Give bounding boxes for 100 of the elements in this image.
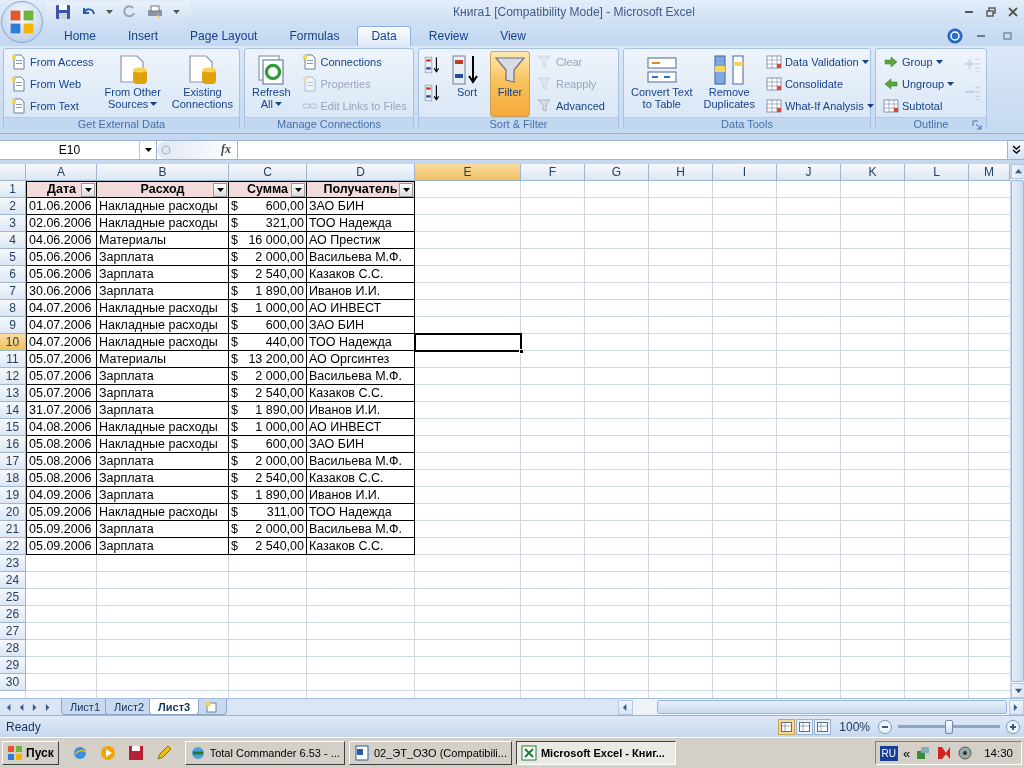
amount-value: 1 000,00 bbox=[255, 419, 304, 434]
speaker-icon bbox=[957, 745, 974, 762]
currency-sign: $ bbox=[231, 419, 238, 434]
clock: 14:30 bbox=[984, 747, 1013, 760]
ribbon-button[interactable]: Filter bbox=[490, 50, 530, 117]
currency-sign: $ bbox=[231, 368, 238, 383]
spreadsheet-icon bbox=[520, 745, 537, 762]
horizontal-scrollbar[interactable] bbox=[618, 699, 1024, 716]
amount-value: 600,00 bbox=[265, 317, 304, 332]
help-button[interactable] bbox=[944, 26, 966, 45]
currency-sign: $ bbox=[231, 266, 238, 281]
filter-dropdown-button[interactable] bbox=[291, 182, 305, 197]
zoom-out-button[interactable] bbox=[878, 719, 892, 734]
filter-dropdown-button[interactable] bbox=[81, 182, 95, 197]
ribbon-button[interactable]: Existing Connections bbox=[167, 50, 237, 117]
table-icon bbox=[765, 53, 782, 70]
worksheet-grid[interactable] bbox=[0, 163, 1010, 699]
group-label: Get External Data bbox=[77, 117, 166, 130]
ribbon-button[interactable]: From Web bbox=[7, 72, 98, 95]
currency-sign: $ bbox=[231, 283, 238, 298]
caret-icon bbox=[144, 147, 152, 152]
start-button[interactable]: Пуск bbox=[2, 741, 59, 766]
caret-icon bbox=[861, 59, 869, 64]
minimize-icon bbox=[977, 34, 985, 37]
new-sheet-icon bbox=[204, 700, 219, 713]
ribbon-tab[interactable]: Insert bbox=[114, 25, 173, 46]
ribbon-tab[interactable]: Home bbox=[50, 25, 110, 46]
zoom-in-button[interactable] bbox=[1006, 719, 1020, 734]
column-title: Получатель bbox=[323, 182, 398, 197]
active-cell[interactable] bbox=[415, 333, 521, 351]
sort-icon bbox=[424, 83, 442, 102]
ribbon-button[interactable]: Subtotal bbox=[879, 94, 959, 117]
dialog-launcher-button[interactable] bbox=[972, 119, 984, 131]
filter-dropdown-button[interactable] bbox=[399, 182, 413, 197]
ribbon-button[interactable]: Remove Duplicates bbox=[699, 50, 759, 117]
taskbar-button[interactable]: Microsoft Excel - Книг... bbox=[515, 741, 676, 766]
globe-icon bbox=[71, 745, 88, 762]
scroll-right-button[interactable] bbox=[1009, 699, 1024, 715]
ribbon-button[interactable]: Refresh All bbox=[248, 50, 295, 117]
ribbon-tab[interactable]: Page Layout bbox=[176, 25, 272, 46]
currency-sign: $ bbox=[231, 351, 238, 366]
caret-icon bbox=[172, 10, 180, 15]
taskbar-button[interactable]: 02_ЭТ_ОЗО (Compatibili... bbox=[348, 741, 512, 766]
ribbon-button[interactable]: From Other Sources bbox=[100, 50, 165, 117]
show-hidden-icons-button[interactable]: « bbox=[903, 745, 911, 761]
caret-icon bbox=[216, 187, 224, 192]
ribbon-tab[interactable]: View bbox=[486, 25, 540, 46]
ribbon-tab[interactable]: Data bbox=[357, 25, 411, 46]
ribbon-button[interactable]: Advanced bbox=[533, 94, 609, 117]
funnel-icon bbox=[537, 53, 553, 70]
window-title: Книга1 [Compatibility Mode] - Microsoft Excel bbox=[452, 5, 696, 20]
currency-sign: $ bbox=[231, 198, 238, 213]
minimize-icon bbox=[965, 11, 973, 14]
ribbon-button[interactable]: Sort bbox=[447, 50, 487, 117]
currency-sign: $ bbox=[231, 249, 238, 264]
sheet-tab[interactable]: Лист3 bbox=[149, 699, 200, 716]
taskbar-button[interactable]: Total Commander 6.53 - ... bbox=[184, 741, 345, 766]
view-button[interactable] bbox=[778, 718, 796, 735]
column-title: Расход bbox=[140, 182, 185, 197]
document-icon bbox=[353, 745, 370, 762]
ribbon-button[interactable]: From Text bbox=[7, 94, 98, 117]
currency-sign: $ bbox=[231, 538, 238, 553]
ribbon-button[interactable]: Connections bbox=[297, 50, 411, 73]
language-indicator[interactable]: RU bbox=[879, 745, 898, 761]
zoom-slider-thumb[interactable] bbox=[945, 719, 953, 734]
restore-icon bbox=[1002, 30, 1012, 41]
double-chevron-icon bbox=[1011, 145, 1021, 155]
ribbon-tab[interactable]: Review bbox=[414, 25, 483, 46]
scroll-down-button[interactable] bbox=[1011, 683, 1024, 699]
document-icon bbox=[301, 75, 318, 92]
document-icon bbox=[11, 75, 27, 92]
scroll-thumb[interactable] bbox=[657, 700, 1007, 715]
ribbon-button[interactable]: Convert Text to Table bbox=[627, 50, 697, 117]
caret-icon bbox=[947, 81, 955, 86]
name-box[interactable]: E10 bbox=[0, 140, 157, 159]
expand-formula-bar-button[interactable] bbox=[1007, 140, 1024, 159]
currency-sign: $ bbox=[231, 504, 238, 519]
scroll-left-button[interactable] bbox=[618, 699, 633, 715]
view-button[interactable] bbox=[814, 718, 832, 735]
caret-icon bbox=[105, 10, 113, 15]
ribbon-button[interactable]: From Access bbox=[7, 50, 98, 73]
filter-dropdown-button[interactable] bbox=[213, 182, 227, 197]
document-icon bbox=[11, 97, 27, 114]
currency-sign: $ bbox=[231, 317, 238, 332]
ribbon-button[interactable]: Group bbox=[879, 50, 959, 73]
document-icon bbox=[301, 53, 318, 70]
ribbon-button[interactable]: Ungroup bbox=[879, 72, 959, 95]
caret-icon bbox=[866, 103, 874, 108]
amount-value: 1 890,00 bbox=[255, 487, 304, 502]
currency-sign: $ bbox=[231, 470, 238, 485]
status-text: Ready bbox=[6, 719, 41, 734]
office-logo-icon bbox=[9, 9, 35, 35]
column-title: Дата bbox=[47, 182, 76, 197]
table-icon bbox=[765, 97, 782, 114]
arrow-icon bbox=[883, 75, 899, 92]
left-arrow-icon bbox=[622, 703, 629, 711]
view-button[interactable] bbox=[796, 718, 814, 735]
insert-function-button[interactable]: fx bbox=[221, 142, 231, 158]
ribbon-tab[interactable]: Formulas bbox=[275, 25, 354, 46]
currency-sign: $ bbox=[231, 521, 238, 536]
